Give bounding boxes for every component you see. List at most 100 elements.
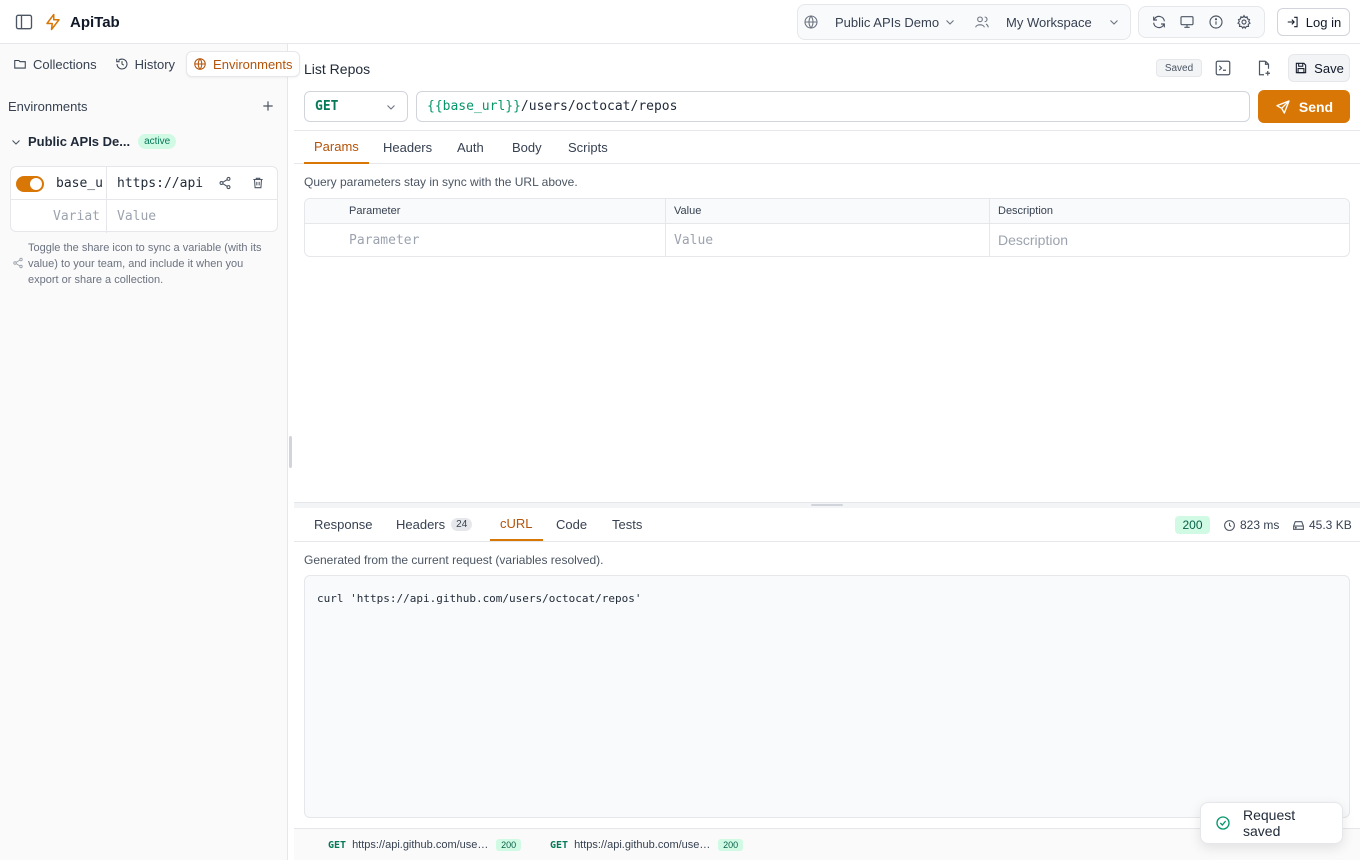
status-code-badge: 200 — [1175, 516, 1210, 534]
tab-response[interactable]: Response — [304, 508, 383, 541]
response-time: 823 ms — [1223, 516, 1279, 534]
trash-icon[interactable] — [251, 176, 265, 190]
sidebar-resize-handle[interactable] — [289, 436, 292, 468]
params-table-header: Parameter Value Description — [305, 199, 1349, 224]
params-hint: Query parameters stay in sync with the U… — [304, 175, 578, 189]
sidebar-tab-label: Environments — [213, 56, 293, 72]
split-grip — [811, 504, 843, 506]
curl-hint: Generated from the current request (vari… — [304, 553, 604, 567]
history-url: https://api.github.com/users/octocat/rep… — [574, 839, 712, 851]
new-variable-value-input[interactable]: Value — [111, 200, 205, 233]
tab-scripts[interactable]: Scripts — [558, 131, 618, 164]
parameter-input[interactable]: Parameter — [349, 224, 419, 256]
share-icon — [12, 257, 24, 269]
login-label: Log in — [1305, 14, 1342, 30]
sidebar-tabs: Collections History Environments — [6, 51, 300, 77]
tab-label: Headers — [396, 517, 446, 532]
share-help-text: Toggle the share icon to sync a variable… — [28, 242, 262, 286]
new-variable-key-input[interactable]: Variat — [51, 200, 107, 233]
login-icon — [1286, 15, 1300, 29]
column-header-value: Value — [674, 205, 702, 217]
tab-body[interactable]: Body — [502, 131, 552, 164]
chevron-down-icon — [10, 136, 22, 148]
method-value: GET — [315, 99, 339, 114]
tab-response-headers[interactable]: Headers 24 — [386, 508, 482, 541]
params-table: Parameter Value Description Parameter Va… — [304, 198, 1350, 257]
terminal-icon[interactable] — [1214, 59, 1232, 77]
chevron-down-icon — [1108, 16, 1120, 28]
variables-table: base_u https://api Variat Value — [10, 166, 278, 233]
save-button[interactable]: Save — [1288, 54, 1350, 82]
new-variable-row: Variat Value — [11, 200, 277, 233]
gear-icon[interactable] — [1231, 9, 1257, 35]
brand: ApiTab — [44, 11, 120, 33]
sidebar-toggle-icon[interactable] — [14, 12, 34, 32]
description-input[interactable]: Description — [998, 224, 1068, 256]
history-method: GET — [550, 839, 569, 851]
history-status: 200 — [718, 839, 744, 851]
sidebar-tab-history[interactable]: History — [108, 51, 182, 77]
share-icon[interactable] — [218, 176, 232, 190]
sidebar: Collections History Environments Environ… — [0, 44, 300, 860]
environment-name: Public APIs De... — [28, 134, 131, 149]
tab-code[interactable]: Code — [546, 508, 597, 541]
context-selector-group: Public APIs Demo My Workspace — [797, 4, 1131, 40]
method-select[interactable]: GET — [304, 91, 408, 122]
history-icon — [115, 57, 129, 71]
collection-selector[interactable]: Public APIs Demo — [798, 5, 968, 39]
chevron-down-icon — [385, 101, 397, 113]
sidebar-tab-label: Collections — [33, 56, 97, 72]
tab-headers[interactable]: Headers — [373, 131, 442, 164]
sync-icon[interactable] — [1146, 9, 1172, 35]
url-variable: {{base_url}} — [427, 99, 521, 114]
tab-tests[interactable]: Tests — [602, 508, 652, 541]
tab-params[interactable]: Params — [304, 131, 369, 164]
history-item[interactable]: GET https://api.github.com/users/octocat… — [550, 839, 744, 851]
tab-curl[interactable]: cURL — [490, 508, 543, 541]
saved-badge: Saved — [1156, 59, 1202, 77]
environments-header: Environments — [8, 98, 276, 114]
column-divider — [989, 199, 990, 256]
save-label: Save — [1314, 60, 1344, 76]
file-plus-icon[interactable] — [1255, 59, 1273, 77]
value-input[interactable]: Value — [674, 224, 713, 256]
tab-auth[interactable]: Auth — [447, 131, 494, 164]
variable-value-input[interactable]: https://api — [111, 167, 205, 200]
history-item[interactable]: GET https://api.github.com/users/octocat… — [328, 839, 522, 851]
globe-icon — [193, 57, 207, 71]
collection-selector-label: Public APIs Demo — [835, 14, 940, 30]
chevron-down-icon — [944, 16, 956, 28]
send-label: Send — [1298, 98, 1334, 115]
variable-row: base_u https://api — [11, 167, 277, 200]
column-divider — [665, 199, 666, 256]
sidebar-tab-environments[interactable]: Environments — [186, 51, 300, 77]
workspace-selector-label: My Workspace — [1006, 14, 1092, 30]
column-header-parameter: Parameter — [349, 205, 401, 217]
url-path: /users/octocat/repos — [520, 99, 678, 114]
response-size-value: 45.3 KB — [1309, 518, 1352, 532]
lightning-logo-icon — [44, 11, 62, 33]
request-tabs: Params Headers Auth Body Scripts — [294, 130, 1360, 164]
history-url: https://api.github.com/users/octocat/rep… — [352, 839, 490, 851]
monitor-icon[interactable] — [1174, 9, 1200, 35]
environment-item[interactable]: Public APIs De... active — [10, 134, 177, 149]
info-icon[interactable] — [1203, 9, 1229, 35]
curl-code-block[interactable]: curl 'https://api.github.com/users/octoc… — [304, 575, 1350, 818]
send-button[interactable]: Send — [1258, 90, 1350, 123]
environments-title: Environments — [8, 98, 88, 114]
variable-key-input[interactable]: base_u — [51, 167, 107, 200]
top-bar: ApiTab Public APIs Demo My Workspace Log… — [0, 0, 1360, 44]
folder-icon — [13, 57, 27, 71]
sidebar-tab-collections[interactable]: Collections — [6, 51, 104, 77]
history-method: GET — [328, 839, 347, 851]
url-input[interactable]: {{base_url}}/users/octocat/repos — [416, 91, 1250, 122]
request-title[interactable]: List Repos — [304, 61, 370, 77]
variable-enabled-toggle[interactable] — [16, 176, 44, 192]
workspace-selector[interactable]: My Workspace — [968, 5, 1130, 39]
response-time-value: 823 ms — [1240, 518, 1280, 532]
request-panel: List Repos Saved Save GET {{base_url}}/u… — [294, 44, 1360, 860]
response-size: 45.3 KB — [1292, 516, 1352, 534]
toast-notification[interactable]: Request saved — [1200, 802, 1343, 844]
add-environment-plus-icon[interactable] — [260, 98, 276, 114]
login-button[interactable]: Log in — [1277, 8, 1350, 36]
